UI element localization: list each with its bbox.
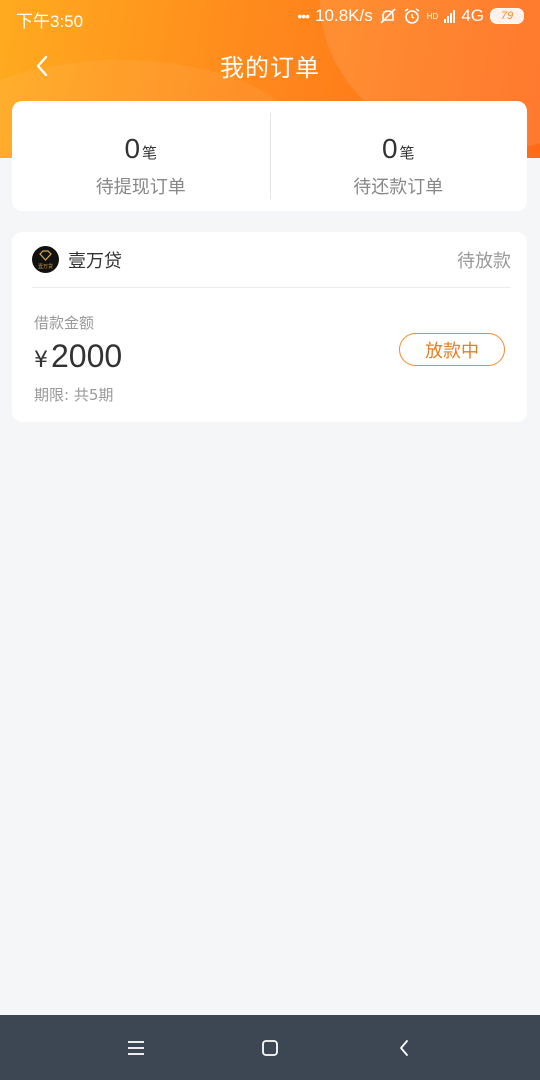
currency-symbol: ¥ [34,348,48,373]
nav-back-button[interactable] [381,1025,427,1071]
hd-badge: HD [426,11,439,21]
pending-withdraw-unit: 笔 [142,144,158,162]
order-card-header: 壹万贷 壹万贷 待放款 [32,232,511,288]
chevron-left-icon [400,1039,408,1056]
status-bar: 下午3:50 ••• 10.8K/s HD 4G 79 [0,0,540,34]
signal-icon [444,9,456,23]
pending-withdraw-summary[interactable]: 0 笔 待提现订单 [12,101,270,211]
mute-notification-icon [380,8,396,24]
more-dots-icon: ••• [297,8,310,24]
order-card-body: 借款金额 ¥ 2000 期限: 共5期 放款中 [12,288,527,422]
order-status: 待放款 [457,250,511,272]
order-summary-card: 0 笔 待提现订单 0 笔 待还款订单 [12,101,527,211]
alarm-icon [404,8,420,24]
status-time: 下午3:50 [16,12,84,31]
pending-withdraw-label: 待提现订单 [95,177,186,198]
pending-repay-count: 0 [381,133,398,164]
loan-amount: ¥ 2000 [34,338,122,375]
title-bar: 我的订单 [0,34,540,94]
amount-label: 借款金额 [34,314,95,332]
home-square-icon [262,1039,278,1056]
status-icons: ••• 10.8K/s HD 4G 79 [297,6,524,26]
pending-repay-unit: 笔 [399,144,415,162]
order-card[interactable]: 壹万贷 壹万贷 待放款 借款金额 ¥ 2000 期限: 共5期 放款中 [12,232,527,422]
network-type: 4G [461,6,484,25]
nav-home-button[interactable] [247,1025,293,1071]
menu-icon [128,1040,144,1055]
loan-amount-value: 2000 [51,338,123,374]
page-title: 我的订单 [220,54,320,82]
net-speed: 10.8K/s [315,6,373,25]
battery-icon: 79 [490,8,524,24]
diamond-logo-icon: 壹万贷 [38,250,53,270]
pending-repay-summary[interactable]: 0 笔 待还款订单 [269,101,528,211]
company-logo: 壹万贷 [32,246,59,273]
system-nav-bar [0,1015,540,1080]
battery-level: 79 [500,10,514,22]
pending-withdraw-count: 0 [124,133,141,164]
nav-menu-button[interactable] [113,1025,159,1071]
disbursing-button[interactable]: 放款中 [399,333,505,366]
pending-repay-label: 待还款订单 [353,177,444,198]
loan-term: 期限: 共5期 [34,386,114,404]
company-name: 壹万贷 [68,250,122,272]
logo-text: 壹万贷 [38,263,53,270]
